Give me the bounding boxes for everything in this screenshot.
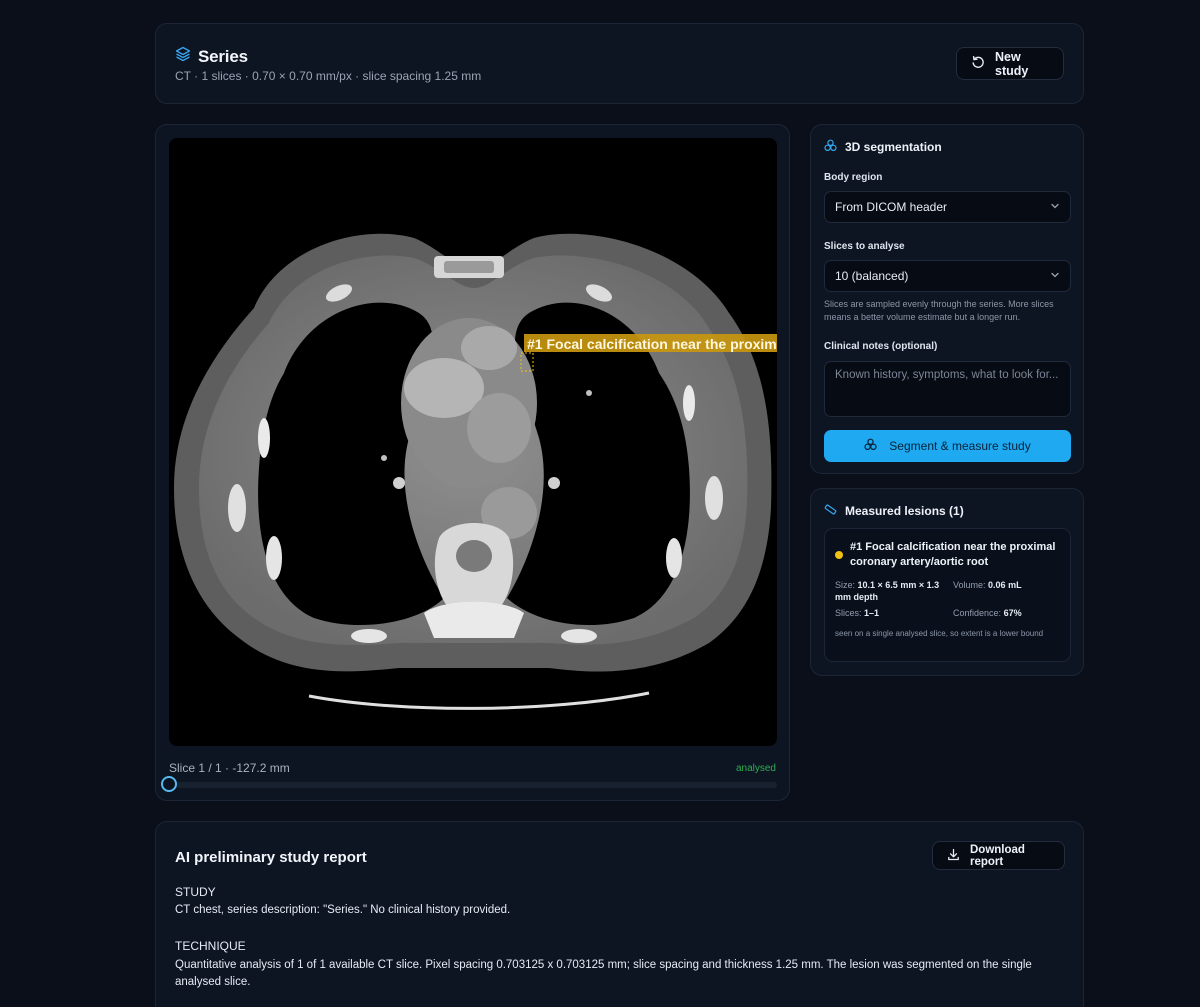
study-report: AI preliminary study report Download rep… [155, 821, 1084, 1007]
report-section-heading: TECHNIQUE [175, 939, 246, 953]
lesion-color-dot [835, 551, 843, 559]
lesions-title: Measured lesions (1) [845, 504, 964, 518]
segmentation-title-row: 3D segmentation [824, 139, 942, 155]
new-study-label: New study [995, 49, 1029, 78]
segmentation-title: 3D segmentation [845, 140, 942, 154]
lesions-panel: Measured lesions (1) #1 Focal calcificat… [810, 488, 1084, 676]
lesion-volume: Volume: 0.06 mL [953, 580, 1022, 590]
clinical-notes-label: Clinical notes (optional) [824, 341, 938, 352]
chevron-down-icon [1050, 200, 1060, 214]
lesion-slices: Slices: 1–1 [835, 608, 880, 618]
report-section-heading: STUDY [175, 885, 216, 899]
slices-value: 10 (balanced) [835, 269, 909, 283]
slice-slider-track[interactable] [169, 782, 777, 788]
refresh-icon [971, 55, 985, 72]
analysis-status-badge: analysed [735, 763, 776, 774]
layers-icon [175, 46, 191, 67]
lesion-annotation-label: #1 Focal calcification near the proximal [527, 336, 777, 352]
download-report-button[interactable]: Download report [932, 841, 1065, 870]
page-title: Series [198, 46, 248, 66]
slices-hint: Slices are sampled evenly through the se… [824, 299, 1054, 322]
cluster-icon [864, 438, 877, 454]
chevron-down-icon [1050, 269, 1060, 283]
series-title-row: Series [175, 46, 248, 67]
series-header: Series CT · 1 slices · 0.70 × 0.70 mm/px… [155, 23, 1084, 104]
ruler-icon [824, 503, 837, 519]
lesion-title: #1 Focal calcification near the proximal… [850, 541, 1056, 568]
body-region-select[interactable]: From DICOM header [824, 191, 1071, 223]
segment-measure-label: Segment & measure study [889, 439, 1031, 453]
report-section-text: CT chest, series description: "Series." … [175, 904, 511, 916]
segment-measure-button[interactable]: Segment & measure study [824, 430, 1071, 462]
slice-slider-thumb[interactable] [161, 776, 177, 792]
report-title: AI preliminary study report [175, 849, 367, 866]
lesion-note: seen on a single analysed slice, so exte… [835, 629, 1044, 638]
slices-label: Slices to analyse [824, 241, 905, 252]
lesion-item[interactable]: #1 Focal calcification near the proximal… [824, 528, 1071, 662]
lesion-size: Size: 10.1 × 6.5 mm × 1.3 mm depth [835, 580, 940, 602]
download-icon [947, 848, 960, 864]
lesions-title-row: Measured lesions (1) [824, 503, 964, 519]
clinical-notes-input[interactable]: Known history, symptoms, what to look fo… [824, 361, 1071, 417]
lesion-confidence: Confidence: 67% [953, 608, 1022, 618]
series-subtitle: CT · 1 slices · 0.70 × 0.70 mm/px · slic… [175, 69, 482, 83]
report-section-text: Quantitative analysis of 1 of 1 availabl… [175, 959, 1032, 988]
new-study-button[interactable]: New study [956, 47, 1064, 80]
body-region-label: Body region [824, 172, 883, 183]
image-viewer: #1 Focal calcification near the proximal… [155, 124, 790, 801]
slices-select[interactable]: 10 (balanced) [824, 260, 1071, 292]
body-region-value: From DICOM header [835, 200, 948, 214]
download-report-label: Download report [970, 843, 1025, 868]
cluster-icon [824, 139, 837, 155]
slice-info: Slice 1 / 1 · -127.2 mm [169, 761, 290, 775]
ct-image[interactable]: #1 Focal calcification near the proximal [169, 138, 777, 746]
segmentation-panel: 3D segmentation Body region From DICOM h… [810, 124, 1084, 474]
